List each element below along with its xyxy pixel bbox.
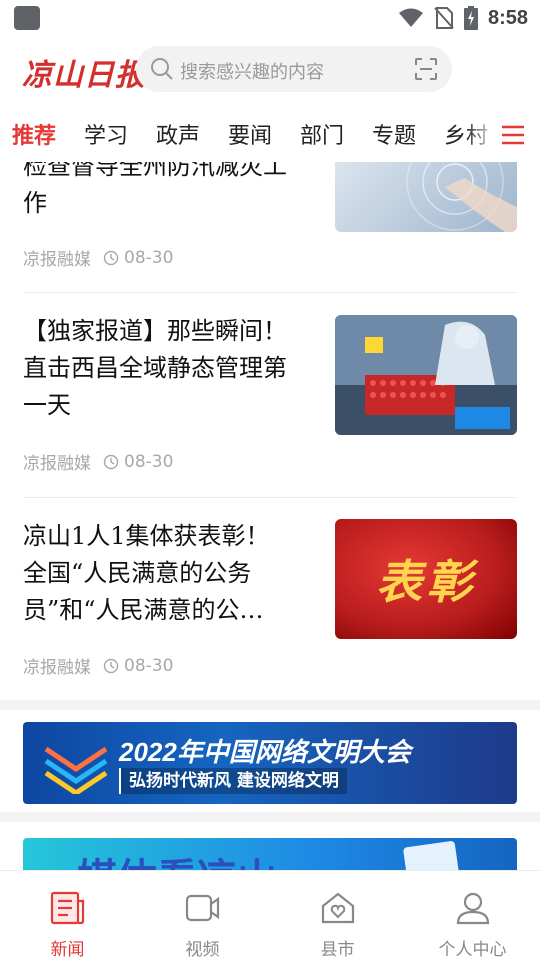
- article-source: 凉报融媒: [23, 454, 91, 474]
- nav-label: 个人中心: [438, 940, 507, 960]
- nav-counties[interactable]: 县市: [270, 871, 405, 960]
- home-heart-icon: [321, 892, 354, 924]
- media-liangshan-banner[interactable]: 媒体看凉山: [23, 838, 517, 870]
- title-line: 员”和“人民满意的公…: [23, 596, 264, 624]
- banner-title: 2022年中国网络文明大会: [119, 737, 411, 767]
- article-date: 08-30: [124, 451, 174, 472]
- status-bar: 8:58: [0, 0, 540, 36]
- clock-icon: [103, 250, 119, 265]
- section-separator: [0, 812, 540, 822]
- article-source: 凉报融媒: [23, 250, 91, 270]
- nav-label: 新闻: [50, 940, 85, 960]
- app-notification-icon: [14, 6, 40, 30]
- conference-logo-icon: [44, 746, 108, 794]
- video-icon: [185, 894, 219, 922]
- news-icon: [50, 891, 84, 925]
- user-icon: [456, 892, 489, 925]
- status-time: 8:58: [487, 6, 528, 29]
- commendation-thumb-text: 表彰: [376, 555, 476, 609]
- article-time: 08-30: [103, 452, 173, 472]
- article-meta: 凉报融媒 08-30: [23, 653, 173, 679]
- battery-charging-icon: [463, 6, 478, 30]
- article-title: 检查督导全州防汛减灾工 作: [23, 162, 323, 222]
- article-date: 08-30: [124, 247, 174, 268]
- banner-subtitle: 弘扬时代新风 建设网络文明: [119, 768, 347, 794]
- tab-politics[interactable]: 政声: [156, 118, 200, 150]
- nav-label: 县市: [320, 940, 355, 960]
- article-title: 凉山1人1集体获表彰！ 全国“人民满意的公务 员”和“人民满意的公…: [23, 518, 323, 629]
- tab-recommend[interactable]: 推荐: [12, 118, 56, 150]
- bottom-navigation: 新闻 视频 县市 个人中心: [0, 870, 540, 960]
- title-line: 【独家报道】那些瞬间！: [23, 317, 287, 345]
- article-time: 08-30: [103, 248, 173, 268]
- tabs-fade: [466, 106, 496, 162]
- civilization-conference-banner[interactable]: 2022年中国网络文明大会 弘扬时代新风 建设网络文明: [23, 722, 517, 804]
- tab-departments[interactable]: 部门: [300, 118, 344, 150]
- article-source: 凉报融媒: [23, 658, 91, 678]
- news-item[interactable]: 检查督导全州防汛减灾工 作 凉报融媒 08-30: [0, 162, 540, 292]
- title-line: 检查督导全州防汛减灾工: [23, 162, 287, 180]
- fingerprint-hand-image: [406, 162, 517, 232]
- banner-title: 媒体看凉山: [77, 846, 277, 870]
- clock-icon: [103, 454, 119, 469]
- nav-news[interactable]: 新闻: [0, 871, 135, 960]
- search-icon: [151, 58, 173, 80]
- title-line: 一天: [23, 391, 71, 419]
- app-header: 凉山日报 搜索感兴趣的内容: [0, 36, 540, 106]
- article-thumbnail: [335, 162, 517, 232]
- channel-tabs: 推荐 学习 政声 要闻 部门 专题 乡村: [0, 106, 540, 162]
- no-sim-icon: [434, 7, 454, 29]
- title-line: 作: [23, 189, 47, 217]
- article-thumbnail: [335, 315, 517, 435]
- clock-icon: [103, 658, 119, 673]
- tab-headlines[interactable]: 要闻: [228, 118, 272, 150]
- scan-icon[interactable]: [414, 57, 438, 81]
- article-thumbnail: 表彰: [335, 519, 517, 639]
- nav-video[interactable]: 视频: [135, 871, 270, 960]
- app-logo[interactable]: 凉山日报: [22, 50, 146, 94]
- search-input[interactable]: 搜索感兴趣的内容: [136, 46, 452, 92]
- status-indicators: 8:58: [398, 5, 528, 31]
- lab-testing-image: [335, 315, 517, 435]
- article-title: 【独家报道】那些瞬间！ 直击西昌全域静态管理第 一天: [23, 313, 323, 424]
- article-meta: 凉报融媒 08-30: [23, 245, 173, 271]
- search-placeholder: 搜索感兴趣的内容: [180, 62, 324, 83]
- media-card-illustration: [402, 840, 460, 870]
- article-date: 08-30: [124, 655, 174, 676]
- title-line: 全国“人民满意的公务: [23, 559, 252, 587]
- tab-topics[interactable]: 专题: [372, 118, 416, 150]
- nav-label: 视频: [185, 940, 220, 960]
- news-item[interactable]: 凉山1人1集体获表彰！ 全国“人民满意的公务 员”和“人民满意的公… 凉报融媒 …: [0, 498, 540, 700]
- section-separator: [0, 700, 540, 710]
- channel-menu-icon[interactable]: [496, 120, 530, 150]
- nav-profile[interactable]: 个人中心: [405, 871, 540, 960]
- news-item[interactable]: 【独家报道】那些瞬间！ 直击西昌全域静态管理第 一天 凉报融媒 08-30: [0, 293, 540, 497]
- article-time: 08-30: [103, 656, 173, 676]
- title-line: 凉山1人1集体获表彰！: [23, 522, 270, 550]
- title-line: 直击西昌全域静态管理第: [23, 354, 287, 382]
- news-feed[interactable]: 检查督导全州防汛减灾工 作 凉报融媒 08-30 【独家报道】那些瞬间！ 直击西…: [0, 162, 540, 870]
- article-meta: 凉报融媒 08-30: [23, 449, 173, 475]
- wifi-icon: [398, 8, 423, 27]
- tab-study[interactable]: 学习: [84, 118, 128, 150]
